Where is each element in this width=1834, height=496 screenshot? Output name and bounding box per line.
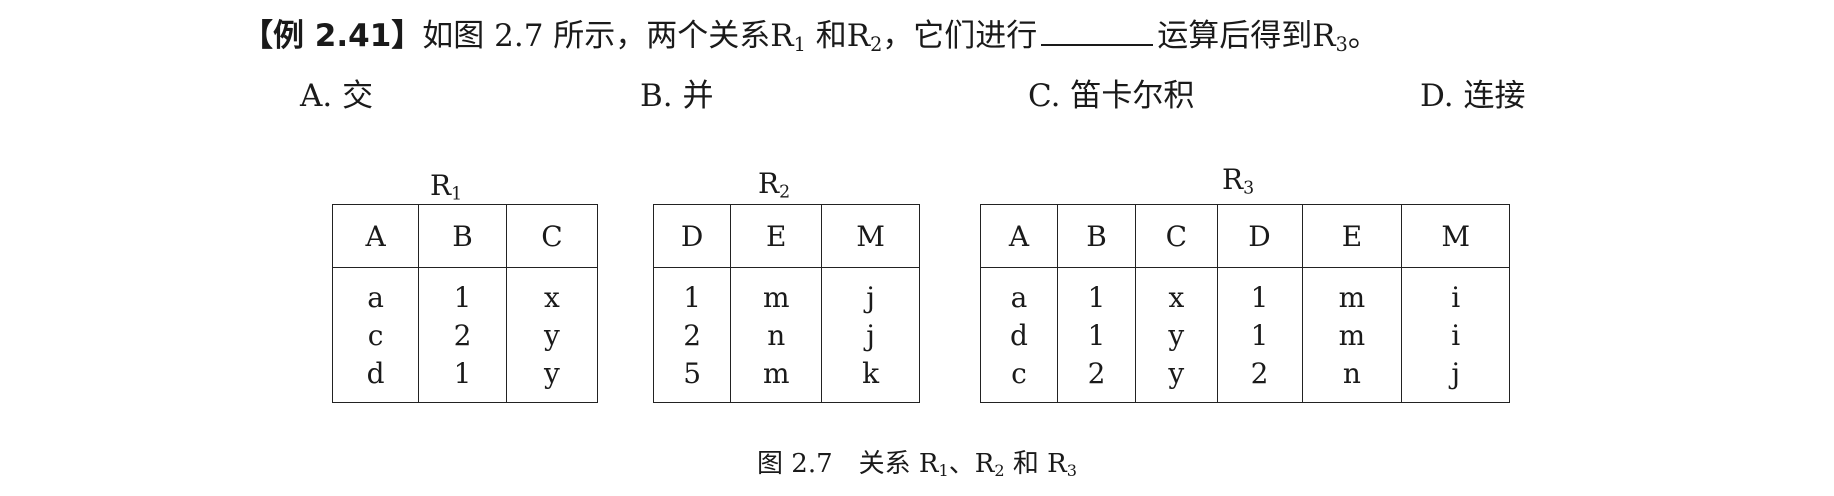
table-cell: j xyxy=(1401,354,1510,403)
figure-caption: 图 2.7 关系 R1、R2 和 R3 xyxy=(0,448,1834,487)
table-cell: m xyxy=(1301,267,1403,316)
question-sub-1: 1 xyxy=(793,32,806,56)
table-row: c 2 y xyxy=(331,316,599,354)
table-r1-sub: 1 xyxy=(451,184,463,205)
table-r1-header: B xyxy=(418,204,507,268)
question-text-mid: 和R xyxy=(805,18,871,54)
table-r3-header: D xyxy=(1216,204,1303,268)
answer-blank xyxy=(1041,14,1154,46)
table-cell: a xyxy=(331,267,420,316)
table-cell: 1 xyxy=(1056,267,1137,316)
table-cell: i xyxy=(1401,267,1510,316)
table-cell: 1 xyxy=(652,267,732,316)
table-cell: 2 xyxy=(1216,354,1303,403)
table-r2-title: R2 xyxy=(758,168,790,208)
table-cell: c xyxy=(980,354,1058,403)
table-cell: 5 xyxy=(652,354,732,403)
caption-and: 和 R xyxy=(1004,449,1067,479)
table-r2: D E M 1 m j 2 n j 5 m k xyxy=(652,204,920,403)
table-cell: x xyxy=(1135,267,1218,316)
table-r1-name: R xyxy=(430,169,452,202)
table-row: 5 m k xyxy=(652,354,920,403)
question-text-after: ，它们进行 xyxy=(882,18,1038,54)
table-cell: 1 xyxy=(1216,267,1303,316)
question-text: 【例 2.41】如图 2.7 所示，两个关系R1 和R2，它们进行 运算后得到R3… xyxy=(242,14,1379,67)
table-cell: c xyxy=(331,316,420,354)
question-period: 。 xyxy=(1347,18,1379,54)
table-r3: A B C D E M a 1 x 1 m i d 1 y 1 m i c 2 … xyxy=(980,204,1510,403)
table-cell: 1 xyxy=(418,267,507,316)
option-a: A. 交 xyxy=(300,78,374,114)
table-cell: y xyxy=(1135,316,1218,354)
table-r1: A B C a 1 x c 2 y d 1 y xyxy=(331,204,599,403)
table-r3-header: E xyxy=(1301,204,1403,268)
table-cell: m xyxy=(730,267,823,316)
table-row: 2 n j xyxy=(652,316,920,354)
table-cell: j xyxy=(821,316,920,354)
table-r3-name: R xyxy=(1222,163,1244,196)
table-cell: 2 xyxy=(1056,354,1137,403)
example-tag: 【例 2.41】 xyxy=(242,18,423,54)
table-row: a 1 x 1 m i xyxy=(980,267,1510,316)
caption-prefix: 图 2.7 关系 R xyxy=(757,449,939,479)
table-cell: k xyxy=(821,354,920,403)
question-text-end: 运算后得到R xyxy=(1157,18,1336,54)
table-cell: x xyxy=(505,267,599,316)
table-r2-header: D xyxy=(652,204,732,268)
table-cell: a xyxy=(980,267,1058,316)
caption-sub-1: 1 xyxy=(938,461,949,481)
table-r1-header: C xyxy=(505,204,599,268)
table-row: a 1 x xyxy=(331,267,599,316)
table-r3-header: M xyxy=(1401,204,1510,268)
table-r3-header: C xyxy=(1135,204,1218,268)
question-text-before: 如图 2.7 所示，两个关系R xyxy=(422,18,794,54)
table-cell: i xyxy=(1401,316,1510,354)
caption-sub-3: 3 xyxy=(1066,461,1077,481)
table-r2-header: E xyxy=(730,204,823,268)
caption-sub-2: 2 xyxy=(994,461,1005,481)
question-sub-3: 3 xyxy=(1335,32,1348,56)
table-r3-header: A xyxy=(980,204,1058,268)
table-cell: m xyxy=(730,354,823,403)
table-cell: j xyxy=(821,267,920,316)
table-cell: y xyxy=(1135,354,1218,403)
question-sub-2: 2 xyxy=(870,32,883,56)
table-cell: n xyxy=(730,316,823,354)
table-cell: 1 xyxy=(1216,316,1303,354)
table-r1-header: A xyxy=(331,204,420,268)
table-cell: 1 xyxy=(418,354,507,403)
table-r3-header: B xyxy=(1056,204,1137,268)
option-c: C. 笛卡尔积 xyxy=(1028,78,1195,114)
table-r3-title: R3 xyxy=(1222,164,1254,204)
table-r2-header: M xyxy=(821,204,920,268)
table-cell: d xyxy=(331,354,420,403)
table-row: d 1 y 1 m i xyxy=(980,316,1510,354)
table-cell: d xyxy=(980,316,1058,354)
table-r3-sub: 3 xyxy=(1243,178,1255,199)
table-cell: y xyxy=(505,316,599,354)
table-cell: 2 xyxy=(418,316,507,354)
option-b: B. 并 xyxy=(640,78,714,114)
table-cell: 2 xyxy=(652,316,732,354)
table-row: 1 m j xyxy=(652,267,920,316)
table-cell: n xyxy=(1301,354,1403,403)
table-cell: m xyxy=(1301,316,1403,354)
caption-sep: 、R xyxy=(948,449,995,479)
table-row: c 2 y 2 n j xyxy=(980,354,1510,403)
option-d: D. 连接 xyxy=(1420,78,1526,114)
table-cell: 1 xyxy=(1056,316,1137,354)
table-cell: y xyxy=(505,354,599,403)
table-r2-name: R xyxy=(758,167,780,200)
table-r2-sub: 2 xyxy=(779,182,791,203)
table-row: d 1 y xyxy=(331,354,599,403)
